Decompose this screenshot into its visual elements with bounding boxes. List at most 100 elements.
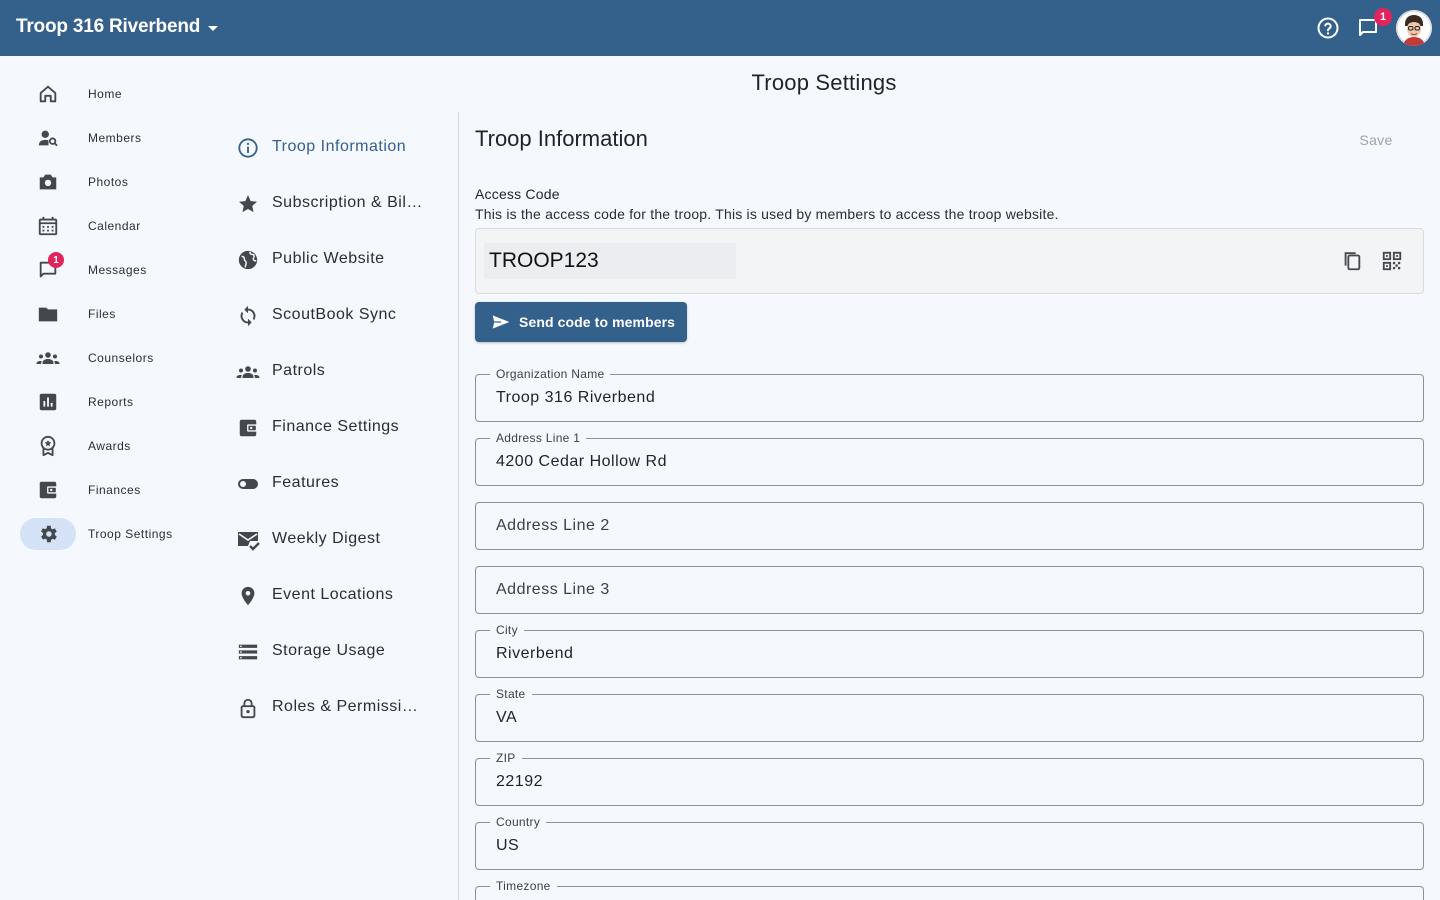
- settings-nav-label: Weekly Digest: [272, 530, 381, 547]
- state-field: State: [475, 687, 1424, 742]
- settings-nav-finance-settings[interactable]: Finance Settings: [220, 404, 450, 452]
- state-input[interactable]: [476, 695, 1423, 741]
- field-label: Country: [490, 815, 547, 829]
- nav-item-messages[interactable]: 1 Messages: [20, 252, 200, 286]
- settings-nav-label: Finance Settings: [272, 418, 400, 435]
- info-icon: [236, 136, 260, 160]
- send-code-label: Send code to members: [519, 314, 676, 330]
- field-label: City: [490, 623, 524, 637]
- groups-icon: [36, 346, 60, 370]
- settings-nav-event-locations[interactable]: Event Locations: [220, 572, 450, 620]
- address-line-3-field: [475, 566, 1424, 614]
- settings-nav-weekly-digest[interactable]: Weekly Digest: [220, 516, 450, 564]
- messages-nav-badge: 1: [48, 252, 64, 268]
- settings-nav-label: Patrols: [272, 362, 326, 379]
- calendar-icon: [36, 214, 60, 238]
- settings-nav-label: Public Website: [272, 250, 385, 267]
- access-code-label: Access Code: [475, 186, 560, 202]
- nav-item-members[interactable]: Members: [20, 122, 200, 154]
- field-label: ZIP: [490, 751, 522, 765]
- settings-nav-subscription-billing[interactable]: Subscription & Billing: [220, 180, 450, 228]
- org-name: Troop 316 Riverbend: [16, 16, 201, 37]
- nav-item-photos[interactable]: Photos: [20, 166, 200, 198]
- app-bar: Troop 316 Riverbend 1: [0, 0, 1440, 56]
- star-icon: [236, 192, 260, 216]
- settings-nav-troop-information[interactable]: Troop Information: [220, 124, 450, 172]
- page-title: Troop Settings: [751, 70, 897, 95]
- nav-label: Photos: [88, 175, 129, 189]
- messages-badge: 1: [1374, 8, 1392, 26]
- mark-email-read-icon: [236, 528, 260, 552]
- camera-icon: [36, 170, 60, 194]
- nav-label: Awards: [88, 439, 131, 453]
- settings-nav-label: Troop Information: [272, 138, 407, 155]
- nav-item-finances[interactable]: Finances: [20, 474, 200, 506]
- settings-nav-label: Features: [272, 474, 340, 491]
- help-icon[interactable]: [1314, 14, 1342, 42]
- access-code-description: This is the access code for the troop. T…: [475, 206, 1059, 222]
- settings-nav-label: ScoutBook Sync: [272, 306, 397, 323]
- address-line-1-input[interactable]: [476, 439, 1423, 485]
- nav-label: Members: [88, 131, 142, 145]
- sync-icon: [236, 304, 260, 328]
- address-line-1-field: Address Line 1: [475, 431, 1424, 486]
- gear-icon: [36, 522, 60, 546]
- field-label: Timezone: [490, 879, 557, 893]
- nav-item-counselors[interactable]: Counselors: [20, 342, 200, 374]
- field-label: Organization Name: [490, 367, 611, 381]
- award-icon: [36, 434, 60, 458]
- groups-icon: [236, 360, 260, 384]
- address-line-2-field: [475, 502, 1424, 550]
- access-code-box: [475, 228, 1424, 294]
- nav-label: Home: [88, 87, 123, 101]
- org-switcher[interactable]: Troop 316 Riverbend: [16, 16, 219, 38]
- nav-label: Reports: [88, 395, 134, 409]
- nav-item-files[interactable]: Files: [20, 298, 200, 330]
- organization-name-input[interactable]: [476, 375, 1423, 421]
- nav-label: Calendar: [88, 219, 141, 233]
- settings-nav-patrols[interactable]: Patrols: [220, 348, 450, 396]
- avatar[interactable]: [1396, 10, 1432, 46]
- qr-code-icon[interactable]: [1380, 249, 1404, 273]
- timezone-field[interactable]: Timezone: [475, 879, 1424, 900]
- person-search-icon: [36, 126, 60, 150]
- save-button[interactable]: Save: [1340, 124, 1412, 156]
- folder-icon: [36, 302, 60, 326]
- field-label: Address Line 1: [490, 431, 587, 445]
- settings-nav-label: Storage Usage: [272, 642, 386, 659]
- access-code-field[interactable]: [484, 243, 736, 279]
- settings-nav-public-website[interactable]: Public Website: [220, 236, 450, 284]
- divider: [458, 112, 459, 900]
- wallet-icon: [36, 478, 60, 502]
- send-icon: [491, 312, 511, 332]
- lock-icon: [236, 696, 260, 720]
- settings-nav-scoutbook-sync[interactable]: ScoutBook Sync: [220, 292, 450, 340]
- address-line-2-input[interactable]: [476, 503, 1423, 549]
- nav-label: Files: [88, 307, 116, 321]
- nav-item-reports[interactable]: Reports: [20, 386, 200, 418]
- nav-item-home[interactable]: Home: [20, 78, 200, 110]
- home-icon: [36, 82, 60, 106]
- organization-name-field: Organization Name: [475, 367, 1424, 422]
- settings-nav-storage-usage[interactable]: Storage Usage: [220, 628, 450, 676]
- settings-nav-features[interactable]: Features: [220, 460, 450, 508]
- zip-input[interactable]: [476, 759, 1423, 805]
- section-title: Troop Information: [475, 126, 648, 151]
- nav-item-calendar[interactable]: Calendar: [20, 210, 200, 242]
- address-line-3-input[interactable]: [476, 567, 1423, 613]
- settings-nav-roles-permissions[interactable]: Roles & Permissions: [220, 684, 450, 732]
- city-input[interactable]: [476, 631, 1423, 677]
- globe-icon: [236, 248, 260, 272]
- settings-nav-label: Roles & Permissions: [272, 698, 424, 715]
- wallet-icon: [236, 416, 260, 440]
- nav-item-troop-settings[interactable]: Troop Settings: [20, 518, 200, 550]
- nav-label: Troop Settings: [88, 527, 173, 541]
- country-input[interactable]: [476, 823, 1423, 869]
- nav-label: Finances: [88, 483, 141, 497]
- country-field: Country: [475, 815, 1424, 870]
- storage-icon: [236, 640, 260, 664]
- send-code-button[interactable]: Send code to members: [475, 302, 687, 342]
- copy-icon[interactable]: [1340, 249, 1364, 273]
- city-field: City: [475, 623, 1424, 678]
- nav-item-awards[interactable]: Awards: [20, 430, 200, 462]
